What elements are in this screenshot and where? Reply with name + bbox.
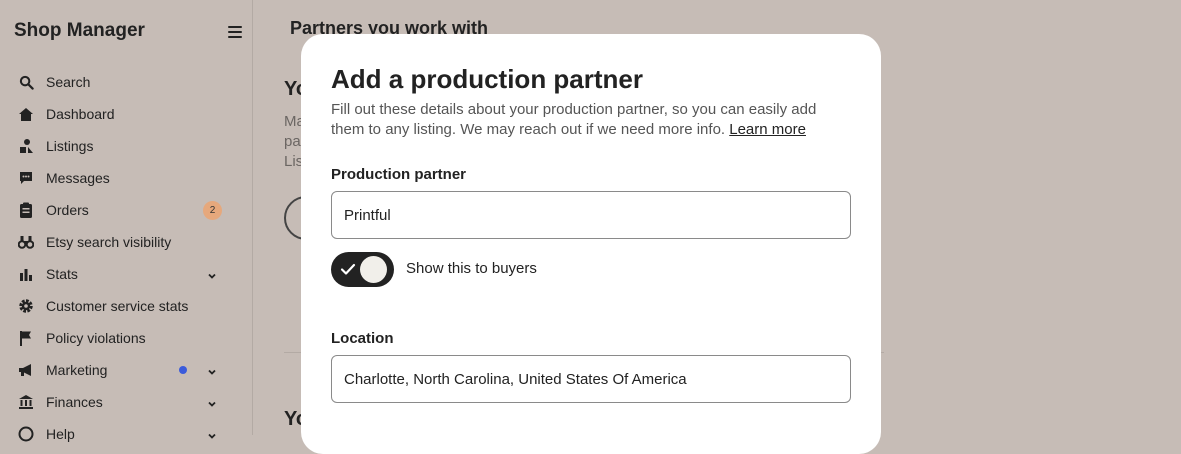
sidebar-item-label: Search (46, 74, 91, 90)
chevron-down-icon[interactable] (207, 364, 217, 375)
megaphone-icon (18, 362, 34, 378)
sidebar-item-label: Listings (46, 138, 94, 154)
checkmark-icon (340, 261, 356, 277)
bar-chart-icon (18, 266, 34, 282)
sidebar-item-help[interactable]: Help (0, 418, 253, 450)
notification-dot (179, 366, 187, 374)
sidebar-nav: Search Dashboard Listings Messages Order… (0, 66, 253, 450)
production-partner-input[interactable] (331, 191, 851, 239)
production-partner-label: Production partner (331, 166, 467, 183)
sidebar-item-customer-service-stats[interactable]: Customer service stats (0, 290, 253, 322)
brand-title: Shop Manager (14, 20, 145, 41)
sidebar-item-search-visibility[interactable]: Etsy search visibility (0, 226, 253, 258)
sidebar-item-messages[interactable]: Messages (0, 162, 253, 194)
sidebar-item-label: Etsy search visibility (46, 234, 172, 250)
sidebar: Shop Manager Search Dashboard Listings M… (0, 0, 253, 442)
sidebar-item-label: Finances (46, 394, 103, 410)
sidebar-item-listings[interactable]: Listings (0, 130, 253, 162)
add-production-partner-dialog: Add a production partner Fill out these … (301, 34, 881, 454)
sidebar-item-label: Messages (46, 170, 110, 186)
flag-icon (18, 330, 34, 346)
sidebar-item-search[interactable]: Search (0, 66, 253, 98)
bank-icon (18, 394, 34, 410)
sidebar-item-orders[interactable]: Orders 2 (0, 194, 253, 226)
learn-more-link[interactable]: Learn more (729, 121, 806, 138)
chevron-down-icon[interactable] (207, 396, 217, 407)
sidebar-item-stats[interactable]: Stats (0, 258, 253, 290)
search-icon (18, 74, 34, 90)
dialog-description: Fill out these details about your produc… (331, 100, 841, 140)
sidebar-item-label: Dashboard (46, 106, 115, 122)
binoculars-icon (18, 234, 34, 250)
dialog-title: Add a production partner (331, 64, 643, 94)
sidebar-item-label: Stats (46, 266, 78, 282)
sidebar-item-label: Help (46, 426, 75, 442)
orders-count-badge: 2 (203, 201, 222, 220)
chevron-down-icon[interactable] (207, 428, 217, 439)
gear-icon (18, 298, 34, 314)
sidebar-item-policy-violations[interactable]: Policy violations (0, 322, 253, 354)
sidebar-item-label: Customer service stats (46, 298, 189, 314)
sidebar-item-finances[interactable]: Finances (0, 386, 253, 418)
location-input[interactable] (331, 355, 851, 403)
sidebar-item-label: Marketing (46, 362, 108, 378)
show-to-buyers-label: Show this to buyers (406, 260, 537, 277)
listings-icon (18, 138, 34, 154)
help-icon (18, 426, 34, 442)
sidebar-item-dashboard[interactable]: Dashboard (0, 98, 253, 130)
sidebar-item-label: Policy violations (46, 330, 146, 346)
sidebar-item-marketing[interactable]: Marketing (0, 354, 253, 386)
toggle-knob (360, 256, 387, 283)
chevron-down-icon[interactable] (207, 268, 217, 279)
menu-icon[interactable] (228, 26, 242, 38)
clipboard-icon (18, 202, 34, 218)
home-icon (18, 106, 34, 122)
message-icon (18, 170, 34, 186)
section-text: pa (284, 133, 301, 150)
show-to-buyers-toggle[interactable] (331, 252, 394, 287)
location-label: Location (331, 330, 394, 347)
